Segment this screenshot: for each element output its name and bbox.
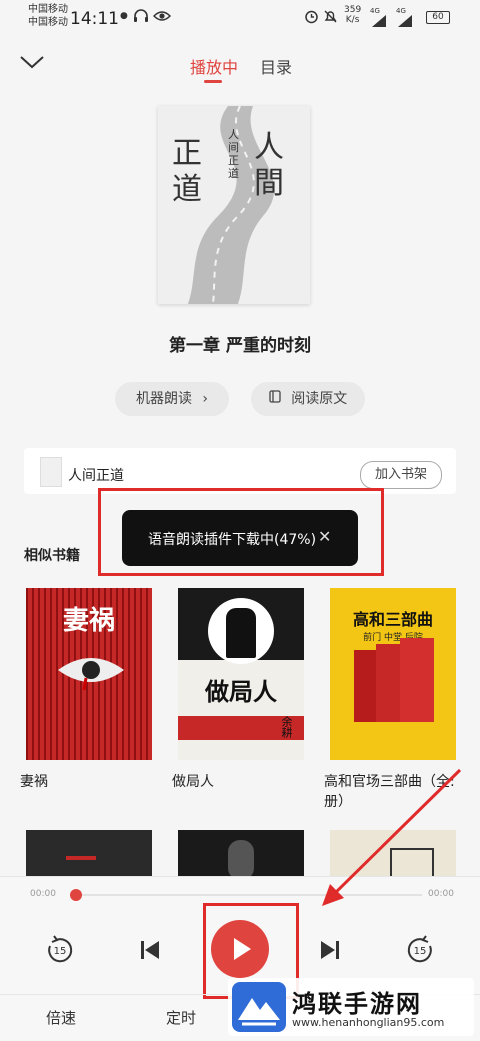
forward-15-button[interactable]: 15 [402, 932, 438, 968]
book-cover-qihuo[interactable]: 妻祸 [26, 588, 152, 760]
forward-seconds: 15 [414, 946, 427, 957]
book-thumbnail [40, 457, 62, 487]
previous-button[interactable] [132, 932, 168, 968]
cover-text: 妻祸 [62, 606, 115, 636]
forward-icon: 15 [407, 935, 432, 963]
carrier-2: 中国移动 [28, 17, 68, 28]
tab-playing[interactable]: 播放中 [190, 54, 238, 78]
machine-read-button[interactable]: 机器朗读 › [115, 382, 229, 416]
next-button[interactable] [312, 932, 348, 968]
rewind-icon: 15 [48, 935, 73, 963]
signal-icon [372, 12, 386, 31]
book-icon [269, 382, 281, 416]
carrier-1: 中国移动 [28, 4, 68, 15]
time-elapsed: 00:00 [30, 889, 56, 899]
collapse-chevron-icon[interactable] [18, 52, 46, 72]
book-title-qihuo[interactable]: 妻祸 [20, 772, 48, 792]
machine-read-label: 机器朗读 [135, 391, 192, 407]
rewind-15-button[interactable]: 15 [42, 932, 78, 968]
cover-vertical-title: 人间正道 [228, 128, 239, 180]
cover-author: 余耕 [280, 716, 293, 738]
mute-icon [323, 9, 338, 28]
chevron-right-icon: › [202, 391, 209, 407]
similar-books-heading: 相似书籍 [24, 548, 80, 564]
book-cover: 人間 正道 人间正道 [158, 106, 310, 304]
book-cover-zuojuren[interactable]: 做局人 余耕 [178, 588, 304, 760]
timer-button[interactable]: 定时 [166, 1007, 196, 1028]
progress-knob[interactable] [70, 889, 82, 901]
watermark-url: www.henanhonglian95.com [292, 1016, 445, 1029]
net-speed: 359 K/s [344, 5, 362, 25]
speed-button[interactable]: 倍速 [46, 1007, 76, 1028]
alarm-icon [304, 9, 319, 28]
watermark-title: 鸿联手游网 [292, 990, 422, 1018]
headphones-icon [133, 9, 149, 27]
clock: 14:11 [70, 9, 119, 29]
tab-catalog[interactable]: 目录 [260, 54, 292, 78]
rewind-seconds: 15 [54, 946, 67, 957]
signal-icon-2 [398, 12, 412, 31]
eye-icon [152, 9, 172, 27]
watermark-logo-icon [232, 982, 286, 1032]
cover-text: 做局人 [205, 678, 277, 706]
read-original-button[interactable]: 阅读原文 [251, 382, 365, 416]
book-cover-gaohe[interactable]: 高和三部曲 前门 中堂 后院 [330, 588, 456, 760]
cover-sub: 前门 中堂 后院 [363, 633, 423, 643]
annotation-arrow [322, 768, 462, 906]
add-to-shelf-button[interactable]: 加入书架 [360, 461, 442, 489]
next-icon [321, 941, 339, 959]
eye-illustration [58, 658, 124, 690]
tab-indicator [204, 80, 222, 83]
battery-icon: 60 [426, 11, 450, 24]
chapter-title: 第一章 严重的时刻 [169, 336, 311, 356]
notification-dot-icon: ● [120, 11, 128, 21]
status-bar: 中国移动 中国移动 14:11 ● 359 K/s 4G 4G 60 [0, 0, 480, 34]
cover-subtitle: 正道 [172, 136, 202, 207]
cover-title: 人間 [254, 130, 284, 201]
book-name: 人间正道 [68, 468, 124, 484]
cover-text: 高和三部曲 [352, 610, 433, 629]
previous-icon [141, 941, 159, 959]
read-original-label: 阅读原文 [291, 391, 348, 407]
book-title-zuojuren[interactable]: 做局人 [172, 772, 214, 792]
annotation-box-toast [98, 488, 384, 576]
